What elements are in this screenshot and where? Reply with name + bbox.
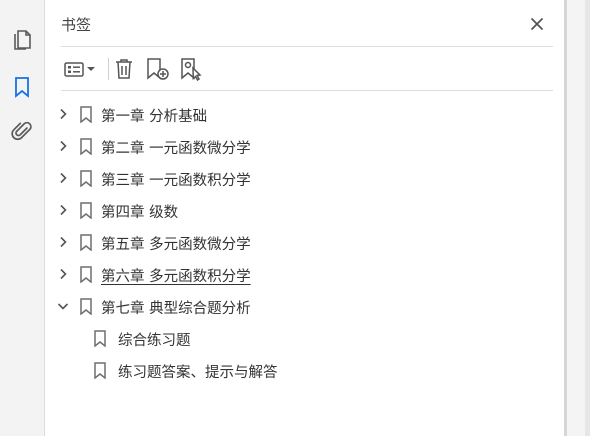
bookmark-item[interactable]: 第一章 分析基础 [45,100,555,128]
chevron-down-icon [57,303,69,310]
bookmark-icon [80,138,92,155]
add-bookmark-icon [147,58,169,80]
chevron-down-icon [87,67,95,71]
page-thumbnails-icon[interactable] [9,26,35,52]
bookmark-label: 第六章 多元函数积分学 [101,269,251,285]
bookmark-icon [94,330,106,347]
chevron-right-icon [60,108,67,120]
chevron-right-icon [60,204,67,216]
bookmark-icon [80,106,92,123]
attachments-icon[interactable] [9,118,35,144]
bookmark-icon [80,202,92,219]
toolbar-divider [108,58,109,80]
bookmark-item[interactable]: 第二章 一元函数微分学 [45,132,555,160]
chevron-right-icon [60,140,67,152]
bookmark-item[interactable]: 第七章 典型综合题分析 [45,292,555,320]
bookmark-icon [94,362,106,379]
bookmark-item[interactable]: 第五章 多元函数微分学 [45,228,555,256]
bookmark-label: 第三章 一元函数积分学 [101,173,251,189]
close-icon [531,18,543,30]
bookmark-label: 第二章 一元函数微分学 [101,141,251,157]
bookmark-from-selection-button[interactable] [178,56,206,82]
bookmark-label: 第五章 多元函数微分学 [101,237,251,253]
close-panel-button[interactable] [527,14,547,34]
chevron-right-icon [60,268,67,280]
trash-icon [116,59,132,79]
bookmark-item[interactable]: 第四章 级数 [45,196,555,224]
bookmark-item[interactable]: 第三章 一元函数积分学 [45,164,555,192]
bookmark-label: 第七章 典型综合题分析 [101,301,251,317]
document-area-edge [564,0,590,436]
bookmark-child-item[interactable]: 综合练习题 [45,324,555,352]
chevron-right-icon [60,172,67,184]
bookmark-item[interactable]: 第六章 多元函数积分学 [45,260,555,288]
toolbar-separator [61,90,553,91]
bookmark-icon [80,266,92,283]
header-divider [61,46,553,47]
navigation-rail [0,0,45,436]
bookmark-label: 第一章 分析基础 [101,109,208,125]
bookmark-label: 综合练习题 [118,333,191,349]
bookmark-icon [80,298,92,315]
bookmarks-icon[interactable] [9,74,35,100]
bookmark-icon [80,234,92,251]
options-menu-button[interactable] [59,56,99,82]
chevron-right-icon [60,236,67,248]
delete-bookmark-button[interactable] [111,56,137,82]
bookmark-label: 练习题答案、提示与解答 [118,365,278,381]
panel-resize-bar[interactable] [564,0,567,436]
bookmark-child-item[interactable]: 练习题答案、提示与解答 [45,356,555,384]
new-bookmark-button[interactable] [144,56,172,82]
window-edge [585,0,590,436]
bookmark-icon [80,170,92,187]
list-options-icon [64,62,84,77]
panel-title: 书签 [61,16,92,34]
bookmark-cursor-icon [181,58,202,81]
bookmark-label: 第四章 级数 [101,205,179,221]
bookmarks-panel: 书签 第一章 分析基础 第二章 一元函数微分学 第三章 一元函数积分学 第四章 … [45,0,564,436]
